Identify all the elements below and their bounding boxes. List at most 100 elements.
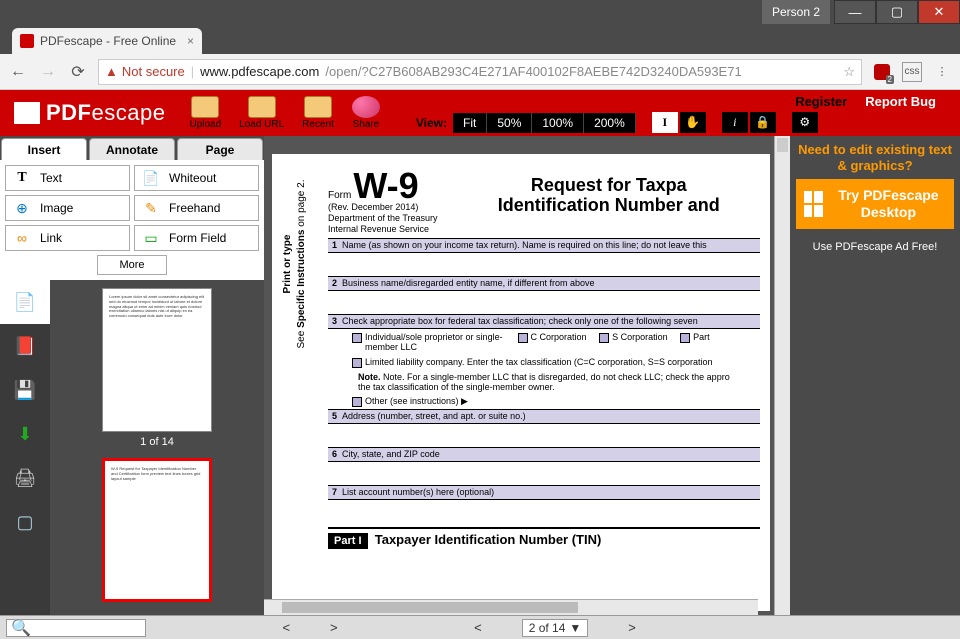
adfree-link[interactable]: Use PDFescape Ad Free!: [796, 241, 954, 253]
folder-recent-icon: [304, 96, 332, 118]
view-label: View:: [410, 116, 453, 130]
address-bar[interactable]: ▲ Not secure | www.pdfescape.com/open/?C…: [98, 59, 862, 85]
side-toolbar: 📄 📕 💾 ⬇ 🖨 ▢: [0, 280, 50, 615]
vertical-scrollbar[interactable]: [774, 136, 790, 615]
status-bar: 🔍 < > < 2 of 14▼ >: [0, 615, 960, 639]
window-close[interactable]: ✕: [918, 0, 960, 24]
thumb-label-1: 1 of 14: [66, 436, 248, 448]
checkbox[interactable]: [352, 358, 362, 368]
checkbox[interactable]: [518, 333, 528, 343]
formfield-icon: ▭: [141, 228, 161, 248]
share-button[interactable]: Share: [352, 96, 380, 130]
side-blank-icon[interactable]: ▢: [0, 500, 50, 544]
lock-tool[interactable]: 🔒: [750, 112, 776, 133]
info-tool[interactable]: i: [722, 112, 748, 133]
zoom-100[interactable]: 100%: [532, 113, 584, 133]
side-download-icon[interactable]: ⬇: [0, 412, 50, 456]
browser-menu-icon[interactable]: ⋮: [932, 62, 952, 82]
search-box[interactable]: 🔍: [6, 619, 146, 637]
report-bug-link[interactable]: Report Bug: [865, 94, 936, 109]
checkbox[interactable]: [599, 333, 609, 343]
hand-tool[interactable]: ✋: [680, 112, 706, 133]
side-print-icon[interactable]: 🖨: [0, 456, 50, 500]
text-cursor-tool[interactable]: I: [652, 112, 678, 133]
forward-button[interactable]: →: [38, 63, 58, 81]
tool-text[interactable]: TText: [5, 165, 130, 191]
page-prev[interactable]: <: [282, 620, 290, 635]
page-select[interactable]: 2 of 14▼: [522, 619, 589, 637]
side-pages-icon[interactable]: 📄: [0, 280, 50, 324]
tool-grid: TText 📄Whiteout ⊕Image ✎Freehand ∞Link ▭…: [0, 160, 264, 280]
document-viewport: Print or type See Specific Instructions …: [264, 136, 790, 615]
windows-icon: [804, 191, 823, 217]
left-panel: Insert Annotate Page TText 📄Whiteout ⊕Im…: [0, 136, 264, 615]
folder-url-icon: [248, 96, 276, 118]
thumbnail-1[interactable]: Lorem ipsum dolor sit amet consectetur a…: [102, 288, 212, 432]
favicon-icon: [20, 34, 34, 48]
upload-button[interactable]: Upload: [189, 96, 221, 130]
profile-badge[interactable]: Person 2: [762, 0, 830, 24]
zoom-50[interactable]: 50%: [487, 113, 532, 133]
browser-tab[interactable]: PDFescape - Free Online ×: [12, 28, 202, 54]
browser-toolbar: ← → ⟳ ▲ Not secure | www.pdfescape.com/o…: [0, 54, 960, 90]
css-ext-icon[interactable]: css: [902, 62, 922, 82]
tab-close-icon[interactable]: ×: [187, 34, 194, 48]
reload-button[interactable]: ⟳: [68, 62, 88, 82]
zoom-200[interactable]: 200%: [584, 113, 636, 133]
whiteout-icon: 📄: [141, 168, 161, 188]
tab-page[interactable]: Page: [177, 138, 263, 160]
window-titlebar: Person 2 — ▢ ✕: [0, 0, 960, 24]
url-host: www.pdfescape.com: [200, 64, 319, 79]
thumbnail-2[interactable]: W-9 Request for Taxpayer Identification …: [102, 458, 212, 602]
main-area: Insert Annotate Page TText 📄Whiteout ⊕Im…: [0, 136, 960, 615]
share-icon: [352, 96, 380, 118]
url-path: /open/?C27B608AB293C4E271AF400102F8AEBE7…: [325, 64, 741, 79]
checkbox[interactable]: [680, 333, 690, 343]
page-next[interactable]: >: [330, 620, 338, 635]
settings-tool[interactable]: ⚙: [792, 112, 818, 133]
tool-formfield[interactable]: ▭Form Field: [134, 225, 259, 251]
back-button[interactable]: ←: [8, 63, 28, 81]
page-next2[interactable]: >: [628, 620, 636, 635]
thumbnail-list[interactable]: Lorem ipsum dolor sit amet consectetur a…: [50, 280, 264, 615]
tool-image[interactable]: ⊕Image: [5, 195, 130, 221]
promo-panel: Need to edit existing text & graphics? T…: [790, 136, 960, 615]
tool-link[interactable]: ∞Link: [5, 225, 130, 251]
checkbox[interactable]: [352, 333, 362, 343]
register-link[interactable]: Register: [795, 94, 847, 109]
search-icon: 🔍: [11, 618, 31, 638]
side-doc-icon[interactable]: 📕: [0, 324, 50, 368]
recent-button[interactable]: Recent: [302, 96, 334, 130]
load-url-button[interactable]: Load URL: [239, 96, 284, 130]
tool-freehand[interactable]: ✎Freehand: [134, 195, 259, 221]
zoom-fit[interactable]: Fit: [453, 113, 487, 133]
browser-tabstrip: PDFescape - Free Online ×: [0, 24, 960, 54]
side-save-icon[interactable]: 💾: [0, 368, 50, 412]
tab-title: PDFescape - Free Online: [40, 34, 176, 48]
logo-icon: [14, 102, 40, 124]
side-caption-1: Print or type: [282, 164, 293, 364]
window-maximize[interactable]: ▢: [876, 0, 918, 24]
page-prev2[interactable]: <: [474, 620, 482, 635]
horizontal-scrollbar[interactable]: [264, 599, 758, 615]
tab-insert[interactable]: Insert: [1, 138, 87, 160]
text-icon: T: [12, 168, 32, 188]
checkbox[interactable]: [352, 397, 362, 407]
logo[interactable]: PDFescape: [0, 100, 179, 126]
link-icon: ∞: [12, 228, 32, 248]
tool-more[interactable]: More: [97, 255, 167, 275]
app-header: PDFescape Upload Load URL Recent Share V…: [0, 90, 960, 136]
tab-annotate[interactable]: Annotate: [89, 138, 175, 160]
folder-upload-icon: [191, 96, 219, 118]
document-canvas[interactable]: Print or type See Specific Instructions …: [264, 136, 774, 615]
ublock-icon[interactable]: 2: [872, 62, 892, 82]
pencil-icon: ✎: [141, 198, 161, 218]
insecure-badge: ▲ Not secure: [105, 64, 185, 79]
bookmark-icon[interactable]: ☆: [843, 64, 855, 80]
try-desktop-button[interactable]: Try PDFescape Desktop: [796, 179, 954, 229]
window-minimize[interactable]: —: [834, 0, 876, 24]
view-controls: View: Fit 50% 100% 200%: [410, 113, 636, 133]
tool-whiteout[interactable]: 📄Whiteout: [134, 165, 259, 191]
pdf-page[interactable]: Print or type See Specific Instructions …: [272, 154, 770, 611]
image-icon: ⊕: [12, 198, 32, 218]
